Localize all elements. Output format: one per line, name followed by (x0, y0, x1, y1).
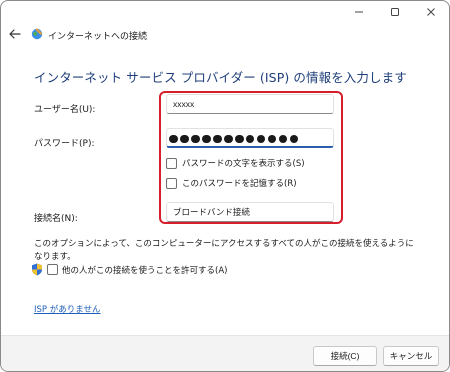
allow-others-label: 他の人がこの接続を使うことを許可する(A) (62, 265, 228, 276)
remember-password-label: このパスワードを記憶する(R) (182, 179, 297, 189)
password-field[interactable] (166, 128, 334, 148)
username-field[interactable] (166, 94, 334, 114)
minimize-icon (355, 11, 363, 13)
show-password-option[interactable]: パスワードの文字を表示する(S) (166, 157, 305, 169)
connect-button[interactable]: 接続(C) (313, 346, 377, 366)
show-password-checkbox[interactable] (166, 157, 177, 169)
show-password-label: パスワードの文字を表示する(S) (182, 159, 305, 169)
maximize-button[interactable] (377, 1, 413, 23)
cancel-button[interactable]: キャンセル (383, 346, 439, 366)
back-arrow-icon[interactable] (7, 26, 23, 42)
connection-name-label: 接続名(N): (34, 214, 78, 224)
allow-others-checkbox[interactable] (47, 264, 58, 275)
sharing-notice: このオプションによって、このコンピューターにアクセスするすべての人がこの接続を使… (34, 239, 414, 262)
no-isp-link[interactable]: ISP がありません (34, 303, 100, 315)
password-label: パスワード(P): (34, 139, 95, 149)
window-title: インターネットへの接続 (48, 32, 148, 42)
page-title: インターネット サービス プロバイダー (ISP) の情報を入力します (34, 70, 407, 85)
dialog-footer: 接続(C) キャンセル (1, 335, 449, 371)
minimize-button[interactable] (341, 1, 377, 23)
caption-buttons (341, 1, 449, 23)
username-label: ユーザー名(U): (34, 105, 96, 115)
allow-others-option[interactable]: 他の人がこの接続を使うことを許可する(A) (31, 263, 227, 276)
connection-name-field[interactable] (166, 202, 334, 222)
close-icon (427, 8, 435, 16)
dialog-window: インターネットへの接続 インターネット サービス プロバイダー (ISP) の情… (0, 0, 450, 372)
uac-shield-icon (32, 263, 42, 276)
close-button[interactable] (413, 1, 449, 23)
dialog-header: インターネットへの接続 (1, 23, 449, 49)
maximize-icon (391, 8, 399, 16)
remember-password-checkbox[interactable] (166, 177, 177, 189)
network-globe-icon (31, 28, 43, 40)
remember-password-option[interactable]: このパスワードを記憶する(R) (166, 177, 297, 189)
